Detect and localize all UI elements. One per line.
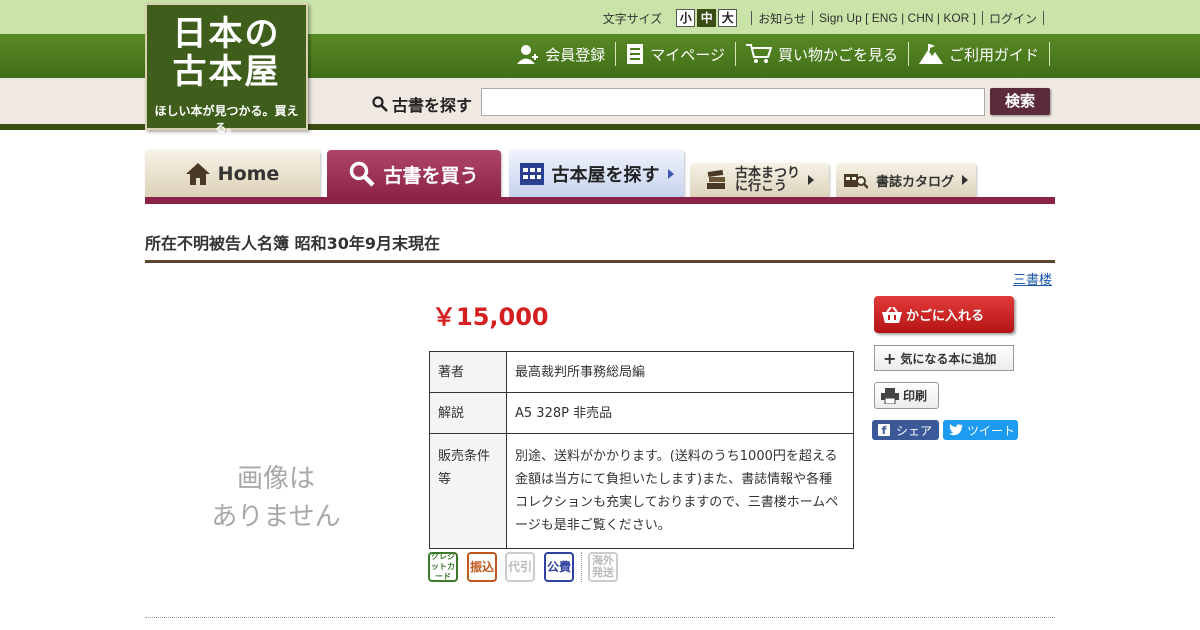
facebook-share-button[interactable]: f シェア — [872, 420, 939, 440]
no-image-line1: 画像は — [236, 464, 315, 494]
separator — [981, 11, 983, 25]
nav-view-cart[interactable]: 買い物かごを見る — [736, 42, 909, 66]
nav-label: マイページ — [650, 46, 725, 64]
favorite-label: 気になる本に追加 — [900, 351, 997, 366]
cart-label: かごに入れる — [906, 309, 985, 324]
font-size-large-button[interactable]: 大 — [718, 9, 738, 27]
cod-badge: 代引 — [505, 552, 535, 582]
seller-link[interactable]: 三書楼 — [1013, 269, 1052, 288]
grid-building-icon — [519, 162, 544, 185]
tab-home-label: Home — [217, 162, 280, 185]
detail-label: 解説 — [429, 392, 507, 434]
search-icon — [350, 161, 376, 187]
add-to-favorites-button[interactable]: + 気になる本に追加 — [874, 345, 1014, 371]
detail-value: A5 328P 非売品 — [506, 392, 854, 434]
tab-book-festival[interactable]: 古本まつり に行こう — [690, 163, 829, 197]
title-divider — [145, 260, 1055, 263]
search-label-text: 古書を探す — [392, 96, 473, 115]
separator — [1043, 11, 1044, 25]
tweet-label: ツイート — [967, 423, 1016, 438]
product-details-table: 著者 最高裁判所事務総局編 解説 A5 328P 非売品 販売条件等 別途、送料… — [429, 351, 854, 549]
bank-transfer-badge: 振込 — [467, 552, 497, 582]
login-link[interactable]: ログイン — [989, 10, 1037, 27]
page-title: 所在不明被告人名簿 昭和30年9月末現在 — [145, 234, 440, 253]
news-link[interactable]: お知らせ — [758, 10, 806, 27]
product-price: ￥15,000 — [432, 303, 549, 331]
cart-icon — [745, 44, 772, 63]
logo-tagline: ほしい本が見つかる。買える。 — [154, 104, 299, 135]
search-button[interactable]: 検索 — [990, 88, 1050, 115]
books-icon — [706, 169, 725, 189]
detail-value: 別途、送料がかかります。(送料のうち1000円を超える金額は当方にて負担いたしま… — [506, 433, 854, 549]
tab-fest-label2: に行こう — [734, 179, 787, 194]
logo-line1: 日本の — [172, 14, 281, 54]
overseas-line2: 発送 — [592, 566, 614, 579]
credit-card-badge: クレジットカード — [428, 552, 458, 582]
search-label: 古書を探す — [372, 92, 472, 116]
font-size-small-button[interactable]: 小 — [676, 9, 696, 27]
nav-guide[interactable]: ご利用ガイド — [909, 42, 1050, 66]
twitter-tweet-button[interactable]: ツイート — [943, 420, 1018, 440]
tab-home[interactable]: Home — [145, 150, 320, 197]
chevron-right-icon — [962, 175, 968, 185]
site-logo[interactable]: 日本の 古本屋 ほしい本が見つかる。買える。 — [145, 3, 308, 135]
add-to-cart-button[interactable]: かごに入れる — [874, 296, 1014, 333]
nav-mypage[interactable]: マイページ — [616, 42, 736, 66]
nav-label: 会員登録 — [545, 46, 606, 64]
tab-catalog-label: 書誌カタログ — [875, 174, 954, 190]
search-input[interactable] — [481, 88, 985, 116]
plus-icon: + — [883, 348, 897, 368]
main-nav: 会員登録 マイページ 買い物かごを見る ご利用ガイド — [507, 40, 1050, 68]
font-size-medium-button[interactable]: 中 — [697, 9, 717, 27]
nav-label: ご利用ガイド — [948, 46, 1039, 64]
detail-value: 最高裁判所事務総局編 — [506, 351, 854, 393]
tab-find-shop[interactable]: 古本屋を探す — [509, 150, 684, 197]
printer-icon — [881, 387, 899, 404]
mountain-icon — [918, 44, 943, 64]
section-divider — [145, 617, 1055, 618]
utility-bar: 文字サイズ 小 中 大 お知らせ Sign Up [ ENG | CHN | K… — [603, 9, 1050, 27]
overseas-shipping-badge: 海外 発送 — [588, 552, 618, 582]
print-button[interactable]: 印刷 — [874, 382, 939, 409]
search-icon — [372, 96, 388, 112]
payment-separator — [581, 552, 582, 582]
facebook-icon: f — [878, 424, 890, 437]
font-size-label: 文字サイズ — [602, 11, 663, 26]
detail-label: 販売条件等 — [429, 433, 507, 549]
no-image-line2: ありません — [211, 502, 341, 532]
user-add-icon — [517, 45, 539, 64]
separator — [751, 11, 753, 25]
tab-shop-label: 古本屋を探す — [551, 164, 660, 186]
tab-catalog[interactable]: 書誌カタログ — [836, 163, 976, 197]
table-row: 解説 A5 328P 非売品 — [429, 392, 854, 434]
catalog-search-icon — [843, 174, 868, 189]
basket-icon — [882, 306, 902, 323]
table-row: 販売条件等 別途、送料がかかります。(送料のうち1000円を超える金額は当方にて… — [429, 433, 854, 549]
detail-label: 著者 — [429, 351, 507, 393]
logo-line2: 古本屋 — [172, 52, 281, 92]
share-label: シェア — [896, 423, 933, 438]
tab-buy-label: 古書を買う — [383, 164, 479, 187]
nav-member-register[interactable]: 会員登録 — [507, 42, 617, 66]
tab-underline — [145, 197, 1055, 204]
tab-buy-books[interactable]: 古書を買う — [327, 150, 501, 198]
public-funds-badge: 公費 — [544, 552, 574, 582]
chevron-right-icon — [667, 168, 674, 179]
twitter-bird-icon — [949, 424, 963, 436]
signup-language-link[interactable]: Sign Up [ ENG | CHN | KOR ] — [819, 11, 976, 25]
table-row: 著者 最高裁判所事務総局編 — [429, 351, 854, 393]
home-icon — [185, 162, 210, 185]
nav-label: 買い物かごを見る — [777, 46, 898, 64]
print-label: 印刷 — [903, 389, 928, 403]
chevron-right-icon — [808, 175, 814, 185]
separator — [812, 11, 814, 25]
no-image-placeholder: 画像は ありません — [190, 460, 362, 536]
document-icon — [627, 44, 644, 64]
